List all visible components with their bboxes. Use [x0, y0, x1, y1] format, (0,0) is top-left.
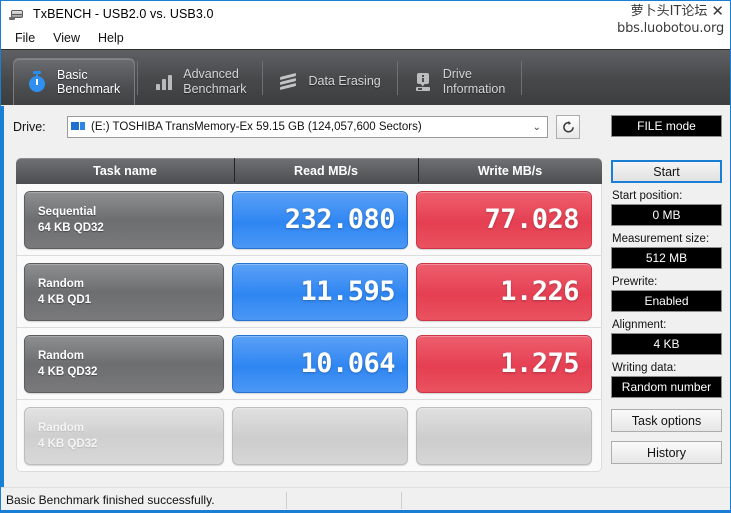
- status-divider: [286, 491, 287, 509]
- read-value-cell: 232.080: [232, 190, 408, 249]
- task-cell: Random 4 KB QD1: [24, 262, 224, 321]
- drive-select[interactable]: (E:) TOSHIBA TransMemory-Ex 59.15 GB (12…: [67, 116, 548, 138]
- status-divider: [401, 491, 402, 509]
- start-button[interactable]: Start: [611, 160, 722, 183]
- stopwatch-icon: [26, 70, 48, 94]
- tab-divider: [396, 60, 398, 95]
- tab-basic-benchmark-label: Basic Benchmark: [57, 67, 121, 97]
- tab-divider: [137, 60, 139, 95]
- status-bar: Basic Benchmark finished successfully.: [1, 487, 730, 512]
- table-row[interactable]: Random 4 KB QD1 11.595 1.226: [16, 256, 602, 328]
- task-params: 4 KB QD32: [38, 437, 98, 450]
- read-value-cell: 11.595: [232, 262, 408, 321]
- table-row[interactable]: Sequential 64 KB QD32 232.080 77.028: [16, 184, 602, 256]
- table-header-row: Task name Read MB/s Write MB/s: [16, 158, 602, 184]
- removable-drive-icon: [71, 120, 87, 134]
- status-message: Basic Benchmark finished successfully.: [6, 493, 215, 507]
- measurement-size-label: Measurement size:: [612, 233, 710, 245]
- drive-info-icon: [412, 70, 434, 94]
- table-row[interactable]: Random 4 KB QD32: [16, 400, 602, 472]
- task-cell: Random 4 KB QD32: [24, 406, 224, 465]
- column-header-read: Read MB/s: [234, 158, 418, 182]
- tab-divider: [521, 60, 523, 95]
- window-title: TxBENCH - USB2.0 vs. USB3.0: [33, 7, 214, 21]
- task-params: 4 KB QD1: [38, 293, 92, 306]
- bar-chart-icon: [152, 70, 174, 94]
- measurement-size-value[interactable]: 512 MB: [611, 247, 722, 269]
- tab-drive-information[interactable]: Drive Information: [400, 58, 520, 105]
- task-name: Random: [38, 421, 84, 434]
- usb-plug-icon: [9, 7, 26, 22]
- start-position-value[interactable]: 0 MB: [611, 204, 722, 226]
- menu-bar: File View Help: [1, 27, 730, 49]
- tab-advanced-benchmark[interactable]: Advanced Benchmark: [140, 58, 260, 105]
- refresh-icon: [562, 120, 574, 133]
- menu-item-file[interactable]: File: [7, 29, 43, 47]
- prewrite-value[interactable]: Enabled: [611, 290, 722, 312]
- write-value-cell: 77.028: [416, 190, 592, 249]
- results-table: Task name Read MB/s Write MB/s Sequentia…: [16, 158, 602, 472]
- task-params: 4 KB QD32: [38, 365, 98, 378]
- task-name: Random: [38, 349, 84, 362]
- writing-data-label: Writing data:: [612, 362, 677, 374]
- history-button[interactable]: History: [611, 441, 722, 464]
- write-value-cell: 1.275: [416, 334, 592, 393]
- task-cell: Random 4 KB QD32: [24, 334, 224, 393]
- start-position-label: Start position:: [612, 190, 683, 202]
- tab-drive-information-label: Drive Information: [442, 67, 506, 96]
- file-mode-indicator[interactable]: FILE mode: [611, 115, 722, 137]
- task-params: 64 KB QD32: [38, 221, 104, 234]
- txbench-window: TxBENCH - USB2.0 vs. USB3.0 File View He…: [0, 0, 731, 513]
- column-header-write: Write MB/s: [418, 158, 602, 182]
- task-cell: Sequential 64 KB QD32: [24, 190, 224, 249]
- tab-data-erasing-label: Data Erasing: [308, 74, 381, 89]
- menu-item-help[interactable]: Help: [90, 29, 132, 47]
- task-name: Sequential: [38, 205, 97, 218]
- drive-label: Drive:: [13, 120, 46, 134]
- alignment-label: Alignment:: [612, 319, 667, 331]
- title-bar: TxBENCH - USB2.0 vs. USB3.0: [1, 1, 730, 27]
- alignment-value[interactable]: 4 KB: [611, 333, 722, 355]
- tab-advanced-benchmark-label: Advanced Benchmark: [183, 67, 247, 96]
- task-options-button[interactable]: Task options: [611, 409, 722, 432]
- bottom-accent-line: [1, 510, 730, 512]
- menu-item-view[interactable]: View: [45, 29, 88, 47]
- settings-panel: FILE mode Start Start position: 0 MB Mea…: [605, 106, 730, 464]
- write-value-cell: 1.226: [416, 262, 592, 321]
- write-value-cell: [416, 406, 592, 465]
- task-name: Random: [38, 277, 84, 290]
- prewrite-label: Prewrite:: [612, 276, 658, 288]
- read-value-cell: [232, 406, 408, 465]
- tab-divider: [262, 60, 264, 95]
- table-row[interactable]: Random 4 KB QD32 10.064 1.275: [16, 328, 602, 400]
- tab-data-erasing[interactable]: Data Erasing: [265, 58, 394, 105]
- read-value-cell: 10.064: [232, 334, 408, 393]
- tab-basic-benchmark[interactable]: Basic Benchmark: [13, 58, 136, 105]
- drive-select-value: (E:) TOSHIBA TransMemory-Ex 59.15 GB (12…: [91, 121, 422, 133]
- main-content: Drive: (E:) TOSHIBA TransMemory-Ex 59.15…: [1, 106, 730, 487]
- column-header-task-name: Task name: [93, 164, 157, 178]
- wave-icon: [277, 70, 299, 94]
- chevron-down-icon[interactable]: ⌄: [533, 122, 545, 133]
- writing-data-value[interactable]: Random number: [611, 376, 722, 398]
- refresh-drives-button[interactable]: [556, 115, 580, 139]
- tab-strip: Basic Benchmark Advanced Benchmark Data …: [1, 49, 730, 105]
